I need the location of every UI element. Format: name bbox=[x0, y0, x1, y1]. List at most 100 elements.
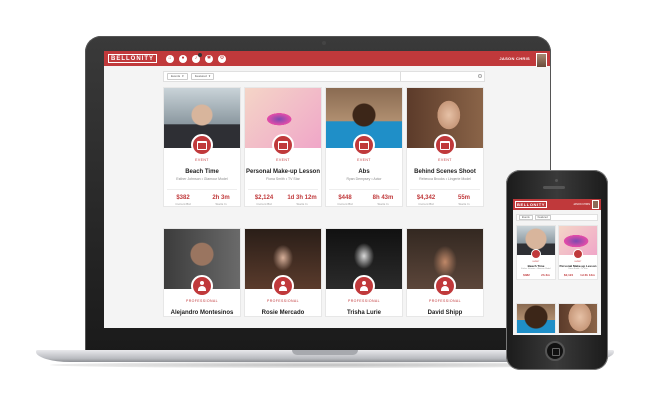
search-input[interactable] bbox=[400, 72, 484, 81]
card-photo bbox=[559, 226, 597, 259]
card-photo bbox=[407, 229, 483, 297]
card-category: PROFESSIONAL bbox=[266, 299, 300, 303]
filter-events-dropdown[interactable]: Events ▾ bbox=[167, 73, 188, 80]
event-card[interactable]: EVENT Personal Make-up Lesson Fiona Smit… bbox=[244, 87, 322, 207]
avatar[interactable] bbox=[592, 200, 599, 209]
mobile-event-card[interactable] bbox=[516, 303, 556, 333]
calendar-icon bbox=[573, 249, 583, 259]
current-bid-value: $2,124 bbox=[254, 195, 274, 201]
mobile-filter-featured[interactable]: Featured bbox=[534, 214, 551, 221]
calendar-icon bbox=[434, 134, 456, 156]
mobile-card-grid: EVENT Beach Time Esther Johnson • Glamou… bbox=[513, 225, 601, 335]
starts-in-label: Starts In bbox=[296, 202, 308, 206]
app-logo[interactable]: BELLONITY bbox=[108, 54, 157, 63]
calendar-icon bbox=[353, 134, 375, 156]
card-subtitle: Esther Johnson • Glamour Model bbox=[521, 268, 551, 270]
mobile-user-name[interactable]: JASON CHRIS bbox=[573, 203, 590, 206]
mobile-header: BELLONITY JASON CHRIS bbox=[513, 199, 601, 210]
starts-in-value: 2h 3m bbox=[212, 195, 230, 201]
card-photo bbox=[164, 88, 240, 156]
card-title[interactable]: Trisha Lurie bbox=[326, 310, 402, 316]
mobile-event-card[interactable]: EVENT Beach Time Esther Johnson • Glamou… bbox=[516, 225, 556, 280]
user-icon[interactable]: ● bbox=[179, 54, 187, 63]
card-stats: $448 Current Bid 8h 43m Starts In bbox=[326, 195, 402, 206]
event-card[interactable]: EVENT Beach Time Esther Johnson • Glamou… bbox=[163, 87, 241, 207]
header-nav: ⌂ ● ♪ ✱ ⚙ bbox=[166, 52, 226, 63]
card-title[interactable]: Behind Scenes Shoot bbox=[407, 169, 483, 175]
user-name[interactable]: JASON CHRIS bbox=[499, 56, 530, 61]
starts-in-value: 8h 43m bbox=[372, 195, 394, 201]
card-title[interactable]: Abs bbox=[326, 169, 402, 175]
card-photo bbox=[407, 88, 483, 156]
card-photo bbox=[245, 229, 321, 297]
card-photo bbox=[517, 304, 555, 333]
event-card[interactable]: EVENT Abs Ryan Dempsey • Actor $448 Curre… bbox=[325, 87, 403, 207]
filter-label: Featured bbox=[194, 74, 207, 78]
card-photo bbox=[164, 229, 240, 297]
card-category: PROFESSIONAL bbox=[185, 299, 219, 303]
card-photo bbox=[559, 304, 597, 333]
card-subtitle: Fiona Smith • TV Star bbox=[568, 268, 588, 270]
starts-in-label: Starts In bbox=[377, 202, 389, 206]
user-icon bbox=[353, 275, 375, 297]
calendar-icon bbox=[191, 134, 213, 156]
card-category: EVENT bbox=[195, 158, 209, 162]
card-title[interactable]: Personal Make-up Lesson bbox=[245, 169, 321, 175]
card-subtitle: Esther Johnson • Glamour Model bbox=[176, 177, 228, 181]
card-category: EVENT bbox=[357, 158, 371, 162]
user-icon bbox=[191, 275, 213, 297]
chevron-down-icon: ▾ bbox=[182, 74, 184, 78]
search-icon[interactable] bbox=[478, 74, 482, 78]
card-stats: $2,124 Current Bid 1d 3h 12m Starts In bbox=[245, 195, 321, 206]
filter-featured-dropdown[interactable]: Featured ▾ bbox=[190, 73, 215, 80]
card-title[interactable]: Alejandro Montesinos bbox=[164, 310, 240, 316]
user-icon bbox=[272, 275, 294, 297]
phone-camera bbox=[555, 179, 558, 182]
card-subtitle: Fiona Smith • TV Star bbox=[266, 177, 300, 181]
card-stats: $2,124 1d 3h 12m bbox=[559, 273, 597, 279]
settings-icon[interactable]: ⚙ bbox=[218, 54, 226, 63]
card-divider bbox=[167, 189, 237, 190]
calendar-icon bbox=[531, 249, 541, 259]
laptop-camera bbox=[322, 41, 326, 45]
card-category: EVENT bbox=[276, 158, 290, 162]
card-photo bbox=[245, 88, 321, 156]
calendar-icon bbox=[272, 134, 294, 156]
professional-card[interactable]: PROFESSIONAL Trisha Lurie bbox=[325, 228, 403, 317]
current-bid-value: $382 bbox=[176, 195, 190, 201]
bell-icon[interactable]: ♪ bbox=[192, 52, 202, 63]
phone-speaker bbox=[543, 186, 565, 189]
phone-screen: BELLONITY JASON CHRIS Events Featured EV… bbox=[513, 199, 601, 335]
card-divider bbox=[329, 189, 399, 190]
current-bid-label: Current Bid bbox=[337, 202, 353, 206]
starts-in-label: Starts In bbox=[215, 202, 227, 206]
avatar[interactable] bbox=[536, 52, 547, 67]
mobile-filter-events[interactable]: Events bbox=[519, 214, 533, 221]
home-icon[interactable]: ⌂ bbox=[166, 54, 174, 63]
card-title[interactable]: Rosie Mercado bbox=[245, 310, 321, 316]
mobile-logo[interactable]: BELLONITY bbox=[515, 200, 548, 209]
settings-icon[interactable]: ✱ bbox=[205, 54, 213, 63]
card-photo bbox=[326, 229, 402, 297]
card-title[interactable]: Beach Time bbox=[164, 169, 240, 175]
mobile-event-card[interactable] bbox=[558, 303, 598, 333]
card-stats: $382 2h 3m bbox=[517, 273, 555, 279]
laptop-screen: BELLONITY ⌂ ● ♪ ✱ ⚙ JASON CHRIS Events ▾… bbox=[104, 51, 550, 328]
card-category: PROFESSIONAL bbox=[428, 299, 462, 303]
starts-in-value: 55m bbox=[457, 195, 470, 201]
mobile-event-card[interactable]: EVENT Personal Make-up Lesson Fiona Smit… bbox=[558, 225, 598, 280]
professional-card[interactable]: PROFESSIONAL Rosie Mercado bbox=[244, 228, 322, 317]
filter-label: Events bbox=[171, 74, 181, 78]
event-card[interactable]: EVENT Behind Scenes Shoot Rebecca Brooks… bbox=[406, 87, 484, 207]
professional-card[interactable]: PROFESSIONAL Alejandro Montesinos bbox=[163, 228, 241, 317]
current-bid-label: Current Bid bbox=[175, 202, 191, 206]
current-bid-label: Current Bid bbox=[418, 202, 434, 206]
card-subtitle: Ryan Dempsey • Actor bbox=[346, 177, 382, 181]
phone-home-button[interactable] bbox=[545, 341, 565, 361]
current-bid-value: $448 bbox=[338, 195, 352, 201]
card-title[interactable]: David Shipp bbox=[407, 310, 483, 316]
starts-in-label: Starts In bbox=[458, 202, 470, 206]
chevron-down-icon: ▾ bbox=[208, 74, 211, 78]
professional-card[interactable]: PROFESSIONAL David Shipp bbox=[406, 228, 484, 317]
card-stats: $4,342 Current Bid 55m Starts In bbox=[407, 195, 483, 206]
